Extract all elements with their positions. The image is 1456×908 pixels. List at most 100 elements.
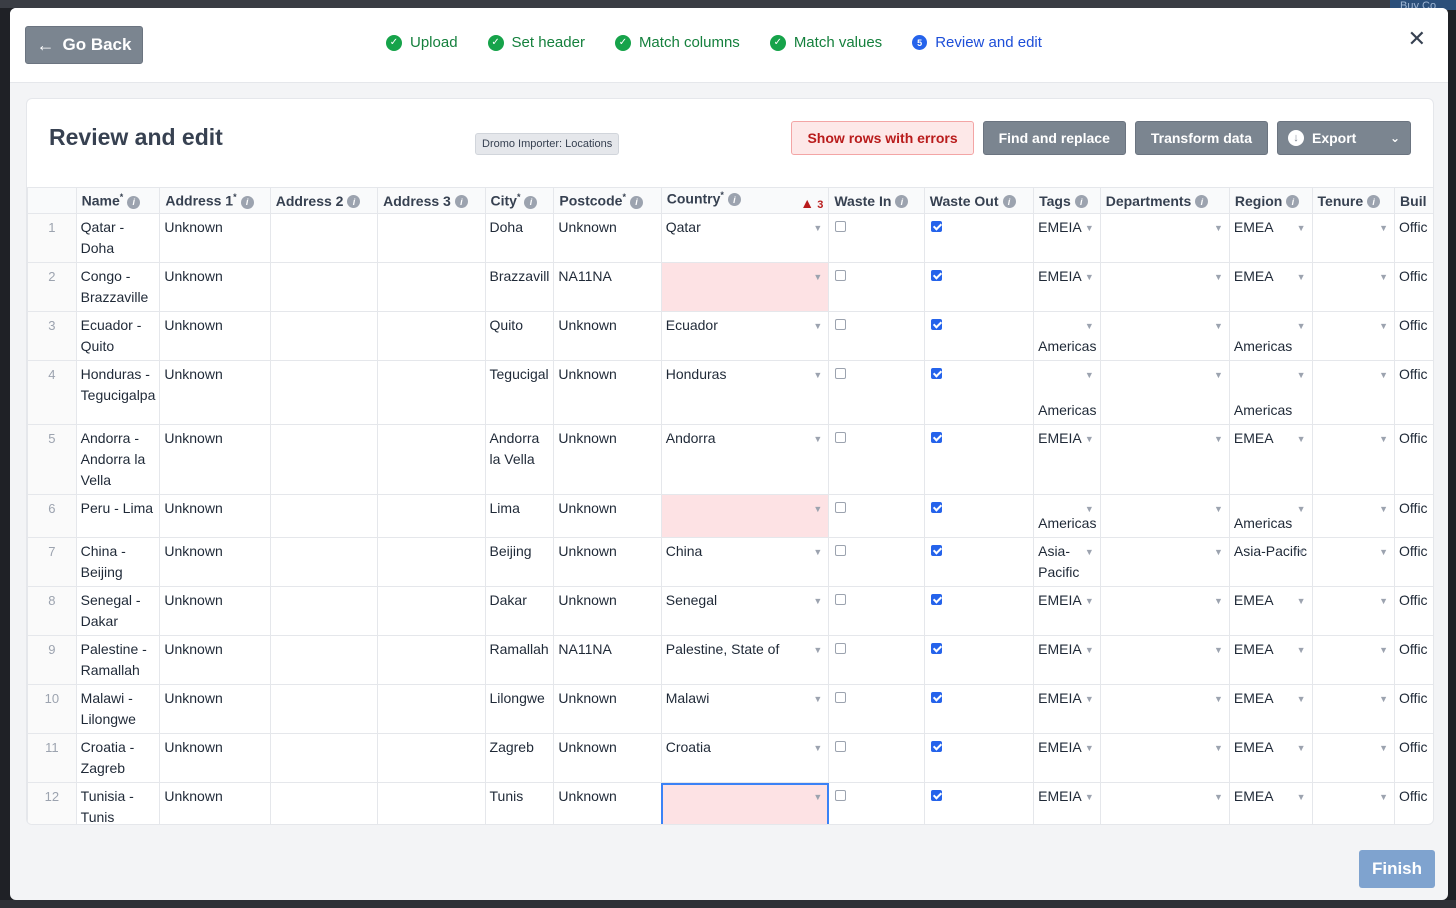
cell-address3[interactable] bbox=[377, 635, 486, 685]
dropdown-arrow-icon[interactable]: ▼ bbox=[1379, 787, 1388, 808]
dropdown-arrow-icon[interactable]: ▼ bbox=[1085, 267, 1094, 288]
cell-tenure[interactable]: ▼ bbox=[1311, 213, 1396, 263]
cell-address2[interactable] bbox=[269, 311, 379, 361]
cell-region[interactable]: Americas ▼ bbox=[1228, 360, 1313, 425]
dropdown-arrow-icon[interactable]: ▼ bbox=[1297, 218, 1306, 239]
checkbox[interactable] bbox=[835, 319, 847, 330]
dropdown-arrow-icon[interactable]: ▼ bbox=[813, 591, 822, 612]
cell-postcode[interactable]: Unknown bbox=[553, 311, 662, 361]
info-icon[interactable]: i bbox=[454, 195, 468, 209]
cell-tenure[interactable]: ▼ bbox=[1311, 782, 1396, 824]
cell-name[interactable]: Palestine - Ramallah bbox=[75, 635, 161, 685]
cell-country[interactable]: Senegal ▼ bbox=[660, 586, 830, 636]
cell-address1[interactable]: Unknown bbox=[159, 213, 271, 263]
cell-tenure[interactable]: ▼ bbox=[1311, 311, 1396, 361]
dropdown-arrow-icon[interactable]: ▼ bbox=[1297, 499, 1306, 520]
checkbox[interactable] bbox=[835, 221, 847, 232]
cell-departments[interactable]: ▼ bbox=[1099, 311, 1230, 361]
cell-tags[interactable]: EMEIA ▼ bbox=[1033, 684, 1101, 734]
cell-city[interactable]: Tunis bbox=[484, 782, 555, 824]
dropdown-arrow-icon[interactable]: ▼ bbox=[1297, 429, 1306, 450]
dropdown-arrow-icon[interactable]: ▼ bbox=[1297, 267, 1306, 288]
go-back-button[interactable]: ← Go Back bbox=[25, 26, 143, 64]
cell-departments[interactable]: ▼ bbox=[1099, 262, 1230, 312]
cell-region[interactable]: Asia-Pacific ▼ bbox=[1228, 537, 1313, 587]
dropdown-arrow-icon[interactable]: ▼ bbox=[1379, 218, 1388, 239]
cell-building[interactable]: Offic bbox=[1394, 213, 1433, 263]
cell-country[interactable]: Palestine, State of ▼ bbox=[660, 635, 830, 685]
header-tenure[interactable]: Tenure i bbox=[1311, 187, 1396, 214]
dropdown-arrow-icon[interactable]: ▼ bbox=[1379, 591, 1388, 612]
cell-city[interactable]: Beijing bbox=[484, 537, 555, 587]
dropdown-arrow-icon[interactable]: ▼ bbox=[1379, 429, 1388, 450]
step-set-header[interactable]: ✓ Set header bbox=[487, 34, 585, 51]
cell-tenure[interactable]: ▼ bbox=[1311, 733, 1396, 783]
dropdown-arrow-icon[interactable]: ▼ bbox=[813, 542, 822, 563]
cell-name[interactable]: Croatia - Zagreb bbox=[75, 733, 161, 783]
dropdown-arrow-icon[interactable]: ▼ bbox=[1085, 499, 1094, 520]
cell-postcode[interactable]: Unknown bbox=[553, 424, 662, 495]
cell-country[interactable]: Croatia ▼ bbox=[660, 733, 830, 783]
cell-city[interactable]: Tegucigal bbox=[484, 360, 555, 425]
checkbox[interactable] bbox=[835, 368, 847, 379]
info-icon[interactable]: i bbox=[1195, 195, 1209, 209]
cell-region[interactable]: EMEA ▼ bbox=[1228, 635, 1313, 685]
cell-address2[interactable] bbox=[269, 684, 379, 734]
cell-address3[interactable] bbox=[377, 782, 486, 824]
cell-departments[interactable]: ▼ bbox=[1099, 635, 1230, 685]
dropdown-arrow-icon[interactable]: ▼ bbox=[1379, 738, 1388, 759]
dropdown-arrow-icon[interactable]: ▼ bbox=[1085, 787, 1094, 808]
checkbox[interactable] bbox=[835, 270, 847, 281]
dropdown-arrow-icon[interactable]: ▼ bbox=[1085, 365, 1094, 386]
cell-waste-in[interactable] bbox=[828, 213, 925, 263]
cell-departments[interactable]: ▼ bbox=[1099, 733, 1230, 783]
cell-postcode[interactable]: Unknown bbox=[553, 494, 662, 538]
step-match-columns[interactable]: ✓ Match columns bbox=[614, 34, 740, 51]
cell-departments[interactable]: ▼ bbox=[1099, 684, 1230, 734]
cell-tags[interactable]: EMEIA ▼ bbox=[1033, 586, 1101, 636]
dropdown-arrow-icon[interactable]: ▼ bbox=[1085, 429, 1094, 450]
header-country[interactable]: Country* i ▲ 3 bbox=[660, 187, 830, 214]
dropdown-arrow-icon[interactable]: ▼ bbox=[813, 738, 822, 759]
cell-tags[interactable]: EMEIA ▼ bbox=[1033, 424, 1101, 495]
header-building[interactable]: Buil bbox=[1394, 187, 1433, 214]
cell-departments[interactable]: ▼ bbox=[1099, 213, 1230, 263]
cell-postcode[interactable]: Unknown bbox=[553, 537, 662, 587]
checkbox[interactable] bbox=[835, 790, 847, 801]
info-icon[interactable]: i bbox=[895, 195, 909, 209]
cell-address2[interactable] bbox=[269, 586, 379, 636]
dropdown-arrow-icon[interactable]: ▼ bbox=[813, 689, 822, 710]
cell-building[interactable]: Offic bbox=[1394, 537, 1433, 587]
cell-address2[interactable] bbox=[269, 537, 379, 587]
dropdown-arrow-icon[interactable]: ▼ bbox=[1085, 542, 1094, 563]
dropdown-arrow-icon[interactable]: ▼ bbox=[1085, 591, 1094, 612]
dropdown-arrow-icon[interactable]: ▼ bbox=[1085, 316, 1094, 337]
header-waste-in[interactable]: Waste In i bbox=[828, 187, 925, 214]
cell-tags[interactable]: Americas ▼ bbox=[1033, 494, 1101, 538]
cell-building[interactable]: Offic bbox=[1394, 311, 1433, 361]
cell-address1[interactable]: Unknown bbox=[159, 360, 271, 425]
cell-address2[interactable] bbox=[269, 262, 379, 312]
cell-address1[interactable]: Unknown bbox=[159, 424, 271, 495]
cell-city[interactable]: Ramallah bbox=[484, 635, 555, 685]
cell-waste-in[interactable] bbox=[828, 537, 925, 587]
cell-waste-in[interactable] bbox=[828, 494, 925, 538]
cell-building[interactable]: Offic bbox=[1394, 635, 1433, 685]
show-errors-button[interactable]: Show rows with errors bbox=[791, 121, 974, 155]
cell-waste-out[interactable] bbox=[923, 537, 1035, 587]
checkbox[interactable] bbox=[835, 692, 847, 703]
header-name[interactable]: Name* i bbox=[75, 187, 161, 214]
cell-region[interactable]: EMEA ▼ bbox=[1228, 586, 1313, 636]
checkbox[interactable] bbox=[835, 643, 847, 654]
dropdown-arrow-icon[interactable]: ▼ bbox=[1214, 218, 1223, 239]
cell-address1[interactable]: Unknown bbox=[159, 311, 271, 361]
cell-waste-out[interactable] bbox=[923, 684, 1035, 734]
info-icon[interactable]: i bbox=[727, 193, 741, 207]
cell-departments[interactable]: ▼ bbox=[1099, 360, 1230, 425]
cell-address1[interactable]: Unknown bbox=[159, 733, 271, 783]
checkbox-checked[interactable] bbox=[930, 741, 942, 752]
cell-address3[interactable] bbox=[377, 494, 486, 538]
header-waste-out[interactable]: Waste Out i bbox=[923, 187, 1035, 214]
dropdown-arrow-icon[interactable]: ▼ bbox=[1214, 429, 1223, 450]
cell-waste-out[interactable] bbox=[923, 311, 1035, 361]
